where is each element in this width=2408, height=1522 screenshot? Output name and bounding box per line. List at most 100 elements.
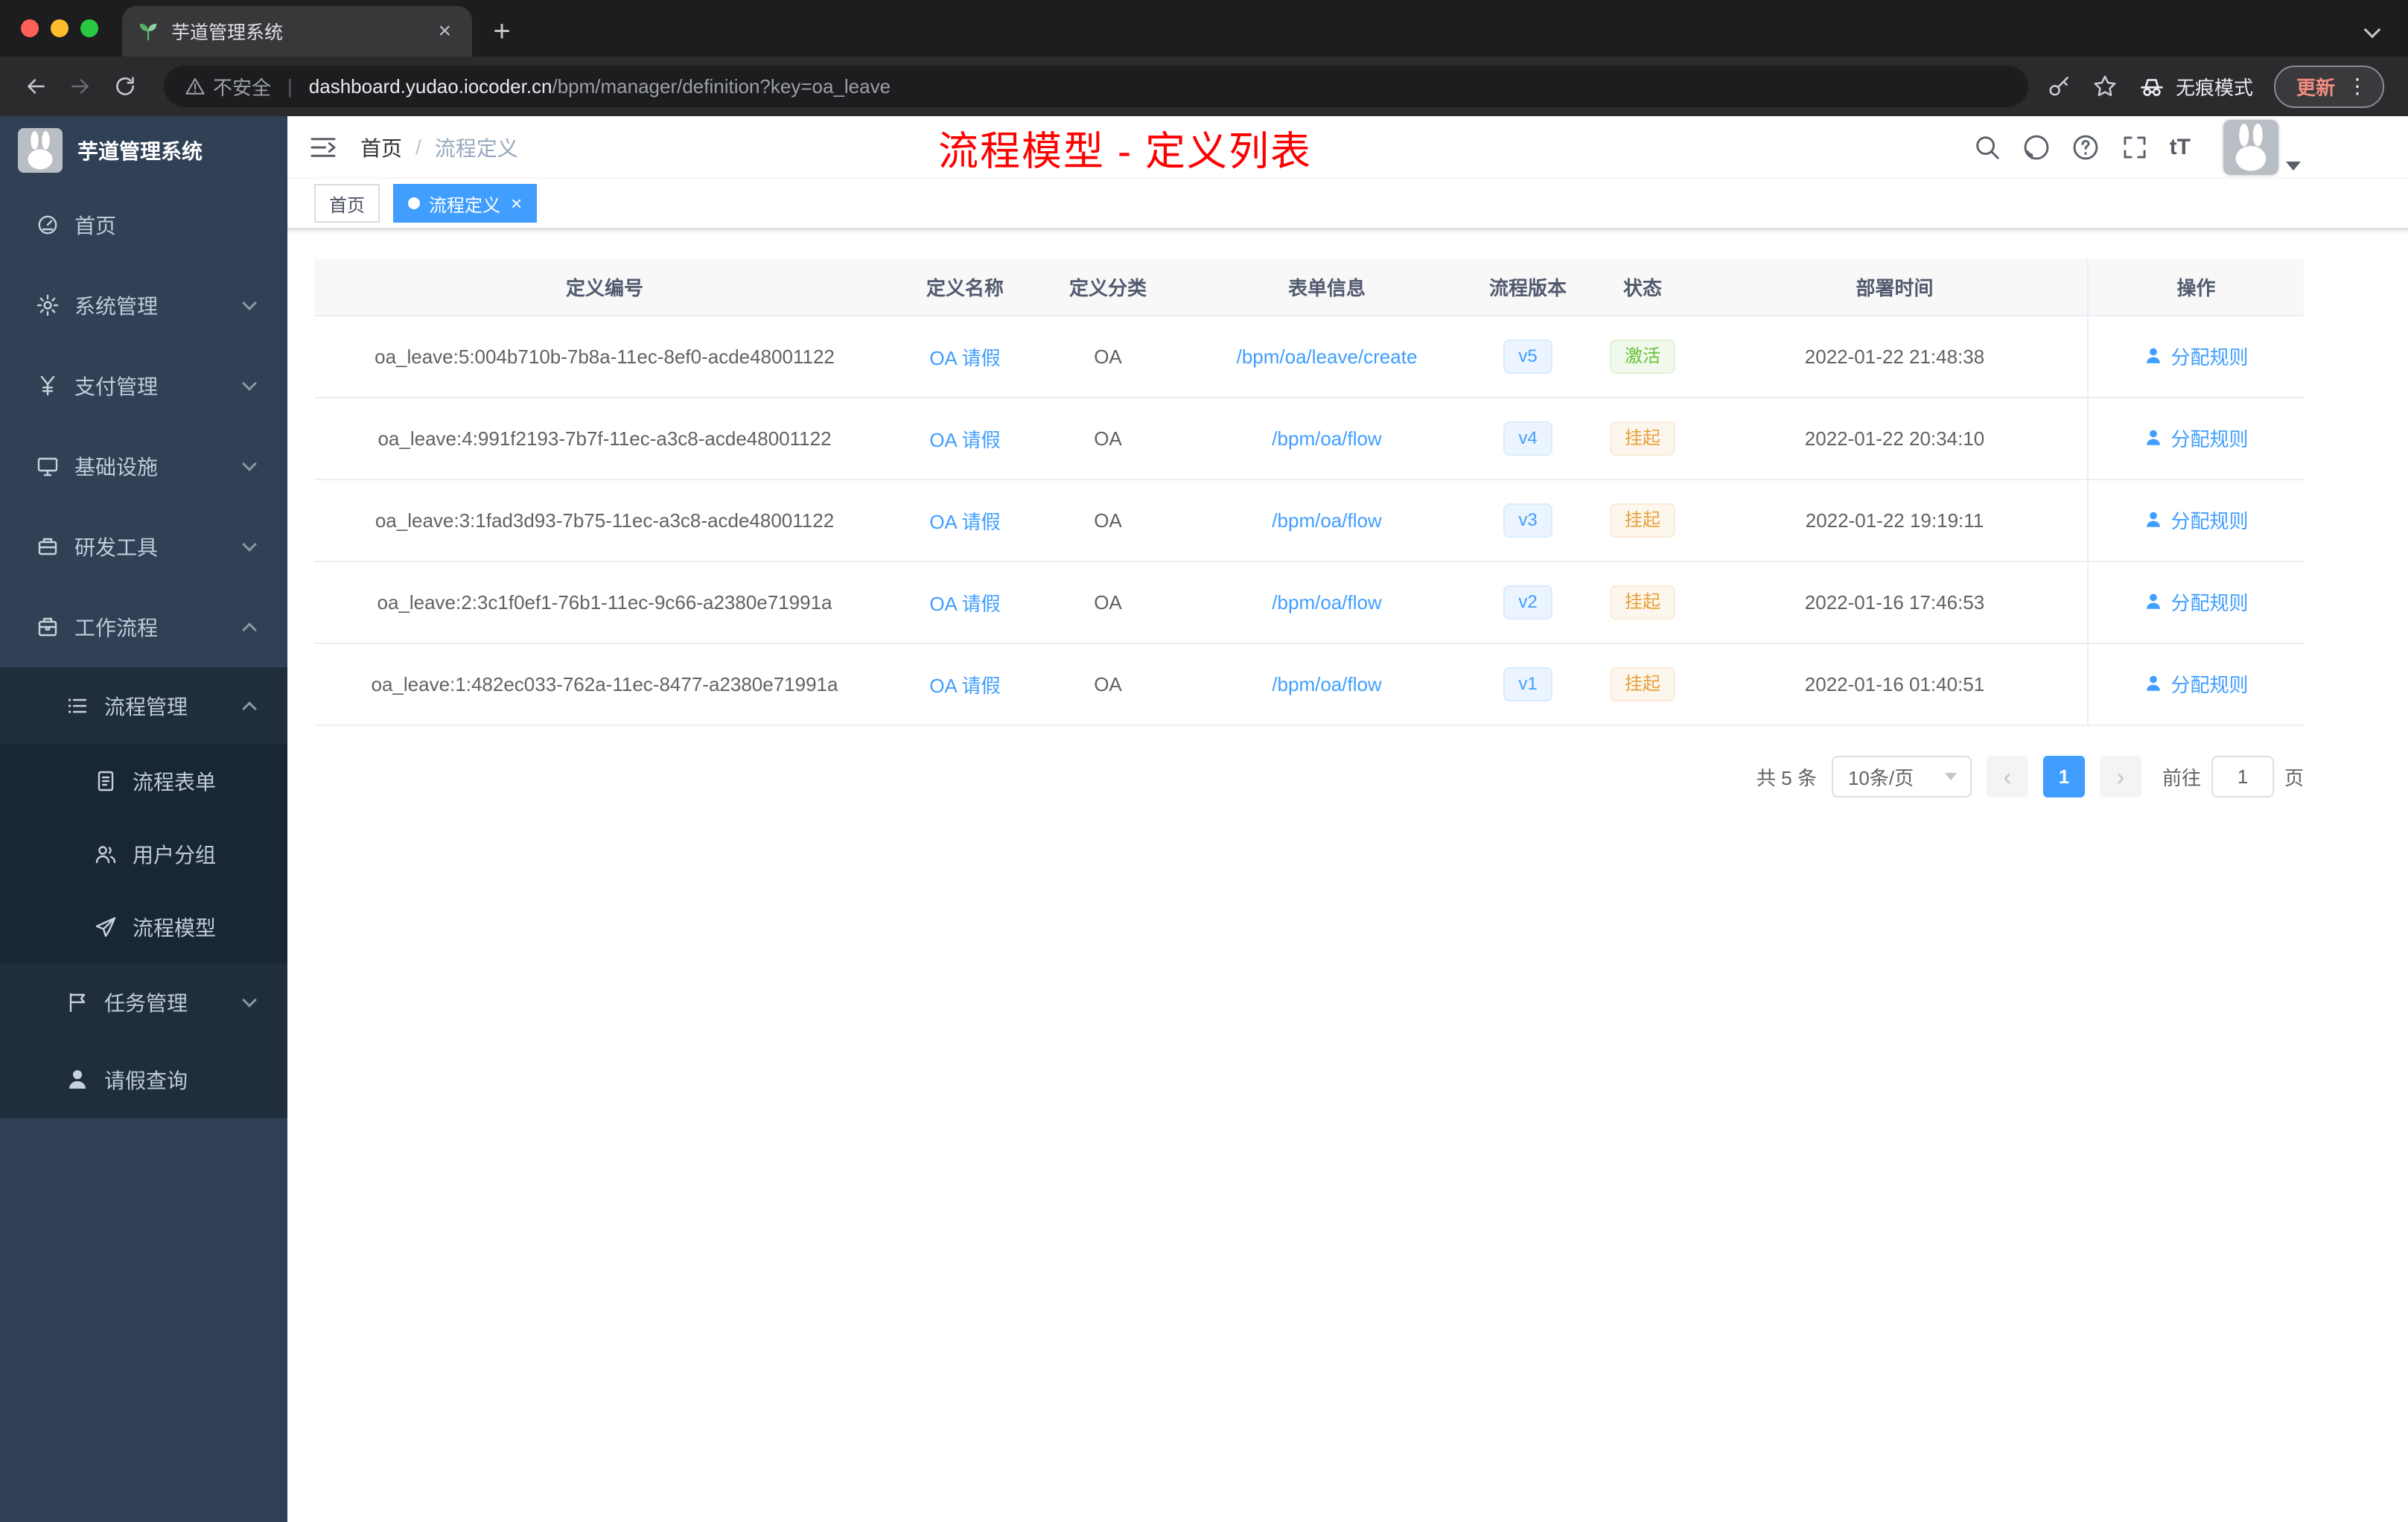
toolbar-right: 无痕模式 更新 ⋮ [2046, 65, 2393, 108]
minimize-window-button[interactable] [51, 19, 69, 37]
sidebar-brand[interactable]: 芋道管理系统 [0, 116, 287, 185]
warning-icon [185, 77, 205, 95]
main-area: 首页 / 流程定义 流程模型 - 定义列表 tT 首页 流程定义 × 定义编号 … [287, 116, 2408, 1522]
version-badge: v4 [1503, 421, 1552, 456]
search-icon [1975, 136, 1999, 159]
tag-close-icon[interactable]: × [511, 194, 522, 213]
sidebar-item-payment-mgmt[interactable]: 支付管理 [0, 346, 287, 426]
forward-button[interactable] [60, 66, 101, 107]
collapse-sidebar-button[interactable] [308, 133, 338, 162]
definition-name-link[interactable]: OA 请假 [929, 429, 1000, 451]
next-page-button[interactable]: › [2099, 756, 2141, 797]
breadcrumb-home[interactable]: 首页 [360, 133, 402, 162]
status-badge: 挂起 [1610, 503, 1675, 538]
kebab-menu-icon: ⋮ [2347, 74, 2368, 98]
fullscreen-icon[interactable] [2121, 133, 2149, 162]
definition-name-link[interactable]: OA 请假 [929, 675, 1000, 697]
sidebar-item-label: 流程模型 [133, 917, 217, 940]
window-controls [0, 0, 122, 57]
tag-home[interactable]: 首页 [314, 184, 380, 223]
browser-tab[interactable]: 芋道管理系统 × [122, 6, 472, 57]
chevron-down-icon [242, 537, 257, 552]
form-link[interactable]: /bpm/oa/flow [1272, 673, 1381, 695]
goto-page-input[interactable] [2211, 756, 2274, 797]
form-link[interactable]: /bpm/oa/flow [1272, 591, 1381, 614]
form-link[interactable]: /bpm/oa/flow [1272, 427, 1381, 450]
tag-process-definition[interactable]: 流程定义 × [393, 184, 538, 223]
cell-category: OA [1035, 480, 1181, 562]
assign-rule-link[interactable]: 分配规则 [2144, 588, 2249, 616]
back-icon [28, 79, 45, 94]
column-header: 部署时间 [1702, 259, 2088, 316]
sidebar-item-user-group[interactable]: 用户分组 [0, 818, 287, 891]
sidebar-item-process-form[interactable]: 流程表单 [0, 745, 287, 818]
definition-table: 定义编号 定义名称 定义分类 表单信息 流程版本 状态 部署时间 操作 oa_leave:5:… [314, 259, 2304, 726]
chevron-down-icon [242, 296, 257, 311]
github-icon[interactable] [2022, 133, 2051, 162]
definition-name-link[interactable]: OA 请假 [929, 511, 1000, 533]
chevron-up-icon [242, 701, 257, 716]
cell-deploy-time: 2022-01-16 17:46:53 [1702, 561, 2088, 644]
status-badge: 激活 [1610, 340, 1675, 374]
bookmark-star-button[interactable] [2092, 74, 2118, 99]
assign-rule-link[interactable]: 分配规则 [2144, 424, 2249, 452]
page-number-button[interactable]: 1 [2042, 756, 2085, 797]
select-caret-icon [1944, 773, 1957, 780]
person-icon [2147, 593, 2161, 609]
sidebar-item-leave-query[interactable]: 请假查询 [0, 1041, 287, 1118]
avatar [2223, 120, 2278, 175]
tab-search-chevron-icon[interactable] [2363, 21, 2381, 39]
column-header: 定义分类 [1035, 259, 1181, 316]
sidebar-item-process-mgmt[interactable]: 流程管理 [0, 667, 287, 745]
definition-name-link[interactable]: OA 请假 [929, 593, 1000, 615]
tags-bar: 首页 流程定义 × [287, 179, 2408, 229]
sidebar-item-infrastructure[interactable]: 基础设施 [0, 426, 287, 506]
yen-icon [40, 375, 55, 396]
cell-category: OA [1035, 398, 1181, 480]
flag-icon [69, 993, 86, 1013]
zoom-window-button[interactable] [80, 19, 98, 37]
sidebar-item-dev-tools[interactable]: 研发工具 [0, 506, 287, 587]
form-link[interactable]: /bpm/oa/leave/create [1237, 346, 1418, 368]
browser-menu-button[interactable]: 更新 ⋮ [2273, 65, 2384, 108]
url-path: /bpm/manager/definition?key=oa_leave [552, 74, 891, 98]
browser-toolbar: 不安全 | dashboard.yudao.iocoder.cn/bpm/man… [0, 57, 2408, 116]
definition-name-link[interactable]: OA 请假 [929, 347, 1000, 369]
column-header: 流程版本 [1473, 259, 1583, 316]
user-avatar-menu[interactable] [2223, 120, 2301, 175]
plane-icon [95, 917, 116, 937]
sidebar-item-system-mgmt[interactable]: 系统管理 [0, 265, 287, 346]
header-actions: tT [1973, 120, 2387, 175]
page-url: dashboard.yudao.iocoder.cn/bpm/manager/d… [309, 75, 891, 98]
close-window-button[interactable] [21, 19, 39, 37]
sidebar-item-label: 请假查询 [104, 1069, 188, 1092]
hamburger-icon [310, 138, 336, 157]
page-size-select[interactable]: 10条/页 [1831, 756, 1972, 797]
assign-rule-link[interactable]: 分配规则 [2144, 506, 2249, 534]
sidebar-item-task-mgmt[interactable]: 任务管理 [0, 964, 287, 1041]
total-count: 共 5 条 [1756, 766, 1817, 789]
new-tab-button[interactable]: + [481, 10, 523, 52]
security-warning[interactable]: 不安全 [185, 73, 271, 101]
back-button[interactable] [15, 66, 57, 107]
prev-page-button[interactable]: ‹ [1986, 756, 2028, 797]
tab-close-icon[interactable]: × [432, 17, 457, 45]
search-icon[interactable] [1973, 133, 2001, 162]
form-link[interactable]: /bpm/oa/flow [1272, 509, 1381, 532]
update-label: 更新 [2296, 76, 2335, 99]
warning-icon [185, 76, 206, 97]
column-header: 表单信息 [1181, 259, 1473, 316]
sidebar-item-workflow[interactable]: 工作流程 [0, 587, 287, 667]
password-key-button[interactable] [2046, 74, 2071, 99]
assign-rule-link[interactable]: 分配规则 [2144, 670, 2249, 698]
sidebar-item-process-model[interactable]: 流程模型 [0, 891, 287, 964]
address-bar[interactable]: 不安全 | dashboard.yudao.iocoder.cn/bpm/man… [164, 66, 2028, 107]
assign-rule-link[interactable]: 分配规则 [2144, 343, 2249, 370]
incognito-icon [2138, 73, 2165, 100]
sidebar-item-home[interactable]: 首页 [0, 185, 287, 265]
chevron-up-icon [242, 623, 257, 637]
font-size-icon[interactable]: tT [2170, 135, 2191, 160]
help-icon[interactable] [2071, 133, 2100, 162]
reload-button[interactable] [104, 66, 146, 107]
sidebar-item-label: 用户分组 [133, 844, 217, 867]
